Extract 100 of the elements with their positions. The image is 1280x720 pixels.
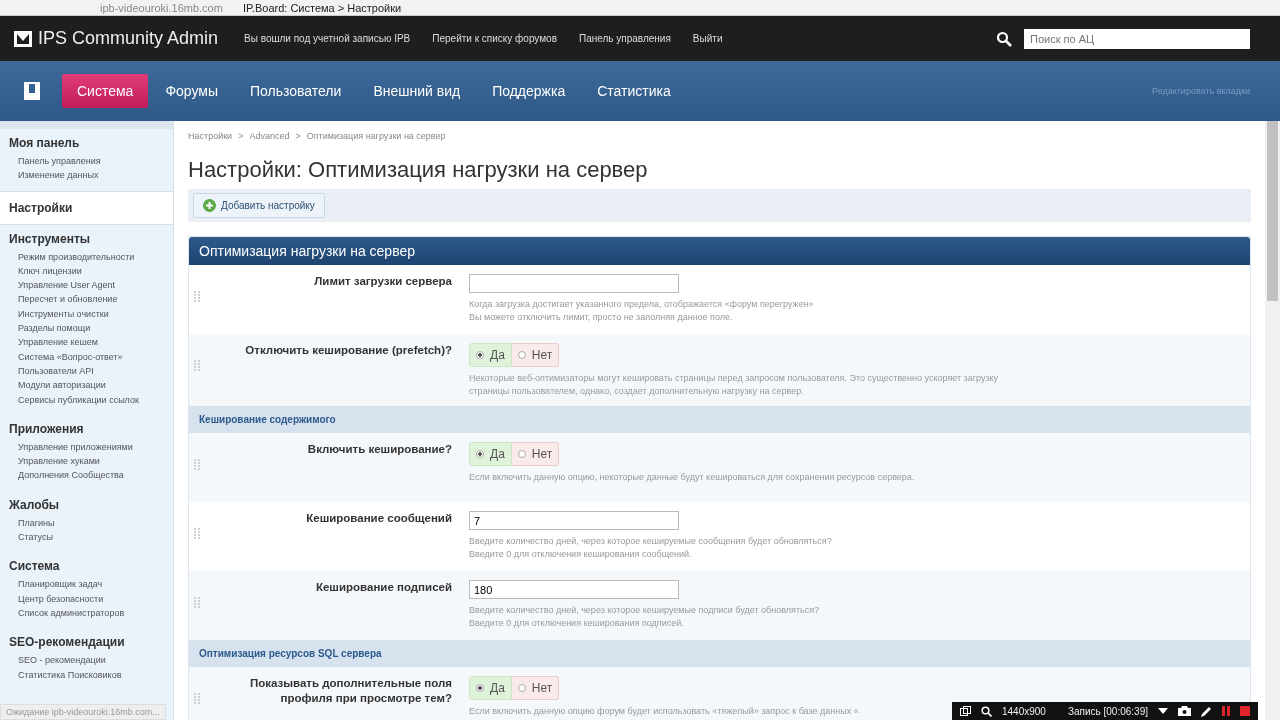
- setting-label: Кеширование подписей: [314, 580, 453, 595]
- sidebar-item[interactable]: Сервисы публикации ссылок: [0, 392, 173, 407]
- sidebar-item[interactable]: Ключ лицензии: [0, 263, 173, 279]
- help-text: Когда загрузка достигает указанного предела, отображается «форум перегружен»: [469, 298, 814, 311]
- scrollbar-thumb[interactable]: [1267, 121, 1278, 301]
- sidebar-item[interactable]: Управление кешем: [0, 335, 173, 350]
- brand-title: IPS Community Admin: [38, 28, 219, 49]
- no-radio[interactable]: Нет: [511, 343, 560, 367]
- nav-tab[interactable]: Поддержка: [477, 74, 581, 108]
- breadcrumb-separator: >: [238, 131, 244, 141]
- search-icon[interactable]: [996, 30, 1012, 47]
- help-text: Введите количество дней, через которое кешируемые сообщения будет обновляться?: [469, 535, 832, 548]
- sidebar-heading[interactable]: Система: [0, 559, 173, 574]
- top-link[interactable]: Панель управления: [571, 29, 679, 48]
- sidebar-item[interactable]: Управление User Agent: [0, 278, 173, 293]
- breadcrumb-link[interactable]: Advanced: [249, 131, 290, 141]
- text-field[interactable]: [469, 274, 679, 293]
- help-text: Введите 0 для отключения кеширования сообщений.: [469, 548, 692, 561]
- add-setting-button[interactable]: Добавить настройку: [193, 193, 325, 218]
- browser-page-title: IP.Board: Система > Настройки: [242, 1, 402, 14]
- home-icon[interactable]: [24, 82, 40, 100]
- sidebar-item[interactable]: Модули авторизации: [0, 378, 173, 393]
- logo-icon: [14, 30, 32, 47]
- sidebar-heading[interactable]: SEO-рекомендации: [0, 635, 173, 650]
- sidebar-item[interactable]: Панель управления: [0, 154, 173, 169]
- help-text: Введите количество дней, через которое кешируемые подписи будет обновляться?: [469, 604, 820, 617]
- nav-tab[interactable]: Система: [62, 74, 149, 108]
- search-field[interactable]: Поиск по АЦ: [1024, 28, 1250, 49]
- sidebar-item[interactable]: Управление приложениями: [0, 439, 173, 455]
- nav-tab[interactable]: Внешний вид: [358, 74, 476, 108]
- sidebar-item[interactable]: Режим производительности: [0, 249, 173, 264]
- help-text: страницы пользователем, однако, создает дополнительную нагрузку на сервер.: [469, 385, 804, 398]
- camera-icon[interactable]: [1178, 706, 1191, 716]
- sidebar-item[interactable]: Управление хуками: [0, 454, 173, 469]
- collapse-handle[interactable]: [0, 121, 173, 129]
- help-text: Некоторые веб-оптимизаторы могут кешировать страницы перед запросом пользователя. Это существенно ускоряет загрузку: [469, 372, 999, 385]
- nav-tab[interactable]: Пользователи: [235, 74, 357, 108]
- drag-handle-icon[interactable]: [194, 693, 200, 705]
- sidebar-item[interactable]: Статусы: [0, 530, 173, 545]
- breadcrumb-link[interactable]: Настройки: [188, 131, 233, 141]
- nav-tab[interactable]: Форумы: [150, 74, 233, 108]
- yes-radio[interactable]: Да: [469, 442, 512, 466]
- sidebar-item[interactable]: Система «Вопрос-ответ»: [0, 349, 173, 364]
- top-link[interactable]: Выйти: [684, 29, 731, 48]
- setting-label: Отключить кеширование (prefetch)?: [244, 343, 453, 358]
- top-link[interactable]: Вы вошли под учетной записью IPB: [236, 29, 419, 48]
- window-icon[interactable]: [960, 705, 971, 717]
- sidebar-item[interactable]: SEO - рекомендации: [0, 653, 173, 668]
- sidebar-item[interactable]: Инструменты очистки: [0, 306, 173, 322]
- setting-label: Кеширование сообщений: [305, 511, 453, 526]
- sidebar-item[interactable]: Пользователи API: [0, 363, 173, 379]
- pencil-icon[interactable]: [1201, 705, 1212, 717]
- sidebar-heading[interactable]: Моя панель: [0, 136, 173, 150]
- help-text: Если включить данную опцию форум будет использовать «тяжелый» запрос к базе данных «: [469, 705, 859, 718]
- search-icon[interactable]: [981, 705, 992, 717]
- plus-icon: [203, 199, 216, 212]
- text-field[interactable]: 180: [469, 580, 679, 599]
- section-header: Оптимизация ресурсов SQL сервера: [189, 640, 1250, 667]
- top-link[interactable]: Перейти к списку форумов: [424, 29, 565, 48]
- sidebar-item[interactable]: Статистика Поисковиков: [0, 667, 173, 682]
- recording-resolution: 1440x900: [1002, 705, 1046, 717]
- page-title: Настройки: Оптимизация нагрузки на сервер: [188, 157, 649, 183]
- breadcrumb-link[interactable]: Оптимизация нагрузки на сервер: [306, 131, 446, 141]
- breadcrumb-separator: >: [295, 131, 301, 141]
- pause-icon[interactable]: [1222, 706, 1230, 716]
- drag-handle-icon[interactable]: [194, 459, 200, 471]
- help-text: Если включить данную опцию, некоторые данные будут кешироваться для сохранения ресурсов сервера.: [469, 471, 915, 484]
- stop-icon[interactable]: [1240, 706, 1250, 716]
- nav-tab[interactable]: Статистика: [582, 74, 686, 108]
- yes-radio[interactable]: Да: [469, 676, 512, 700]
- yes-radio[interactable]: Да: [469, 343, 512, 367]
- no-radio[interactable]: Нет: [511, 442, 560, 466]
- recording-status: Запись [00:06:39]: [1067, 705, 1148, 717]
- help-text: Введите 0 для отключения кеширования подписей.: [469, 617, 684, 630]
- drag-handle-icon[interactable]: [194, 360, 200, 372]
- setting-label: Лимит загрузки сервера: [313, 274, 453, 289]
- setting-label: Включить кеширование?: [306, 442, 453, 457]
- section-header: Кеширование содержимого: [189, 406, 1250, 433]
- drag-handle-icon[interactable]: [194, 291, 200, 303]
- sidebar-heading[interactable]: Приложения: [0, 421, 173, 436]
- sidebar-item[interactable]: Планировщик задач: [0, 577, 173, 592]
- setting-label: Показывать дополнительные поля профиля при просмотре тем?: [248, 676, 453, 706]
- sidebar-item[interactable]: Центр безопасности: [0, 591, 173, 606]
- sidebar-item[interactable]: Пересчет и обновление: [0, 292, 173, 307]
- no-radio[interactable]: Нет: [511, 676, 560, 700]
- caret-icon[interactable]: [1158, 708, 1168, 714]
- drag-handle-icon[interactable]: [194, 597, 200, 609]
- sidebar-item[interactable]: Дополнения Сообщества: [0, 468, 173, 483]
- sidebar-item[interactable]: Разделы помощи: [0, 321, 173, 336]
- drag-handle-icon[interactable]: [194, 528, 200, 540]
- sidebar-item[interactable]: Плагины: [0, 515, 173, 531]
- sidebar-heading[interactable]: Жалобы: [0, 497, 173, 512]
- sidebar-item[interactable]: Список администраторов: [0, 605, 173, 621]
- panel-header: Оптимизация нагрузки на сервер: [189, 237, 1250, 265]
- sidebar-heading[interactable]: Инструменты: [0, 231, 173, 246]
- sidebar-heading[interactable]: Настройки: [0, 190, 173, 225]
- status-text: Ожидание ipb-videouroki.16mb.com...: [0, 704, 166, 720]
- text-field[interactable]: 7: [469, 511, 679, 530]
- sidebar-item[interactable]: Изменение данных: [0, 168, 173, 183]
- help-text: Вы можете отключить лимит, просто не заполняя данное поле.: [469, 311, 733, 324]
